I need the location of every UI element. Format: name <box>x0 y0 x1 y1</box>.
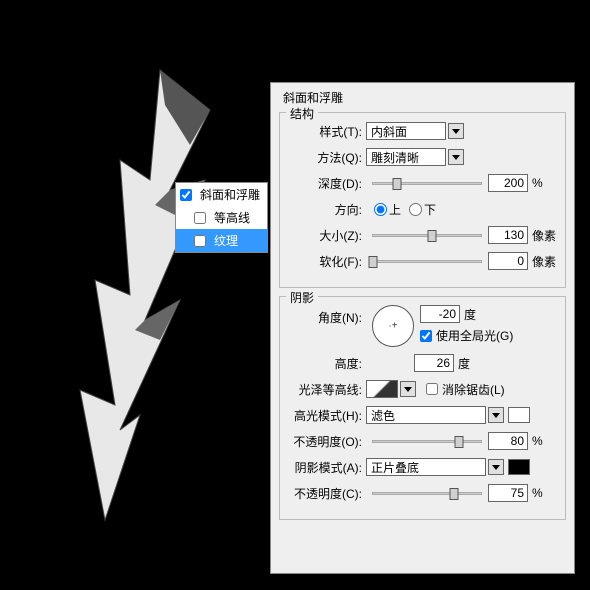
sidebar-item-contour[interactable]: 等高线 <box>176 206 267 229</box>
layer-effect-preview <box>50 50 250 530</box>
style-dropdown-button[interactable] <box>448 123 464 139</box>
style-label: 样式(T): <box>288 123 366 140</box>
depth-input[interactable]: 200 <box>488 174 528 192</box>
altitude-label: 高度: <box>288 355 366 372</box>
highlight-mode-dropdown[interactable] <box>488 407 504 423</box>
antialias-label: 消除锯齿(L) <box>442 381 505 398</box>
size-slider[interactable] <box>372 234 482 237</box>
global-light-label: 使用全局光(G) <box>436 327 513 344</box>
soften-unit: 像素 <box>532 253 556 270</box>
shadow-opacity-unit: % <box>532 486 543 500</box>
angle-unit: 度 <box>464 306 476 323</box>
shadow-mode-dropdown[interactable] <box>488 459 504 475</box>
highlight-opacity-label: 不透明度(O): <box>288 433 366 450</box>
altitude-input[interactable]: 26 <box>414 354 454 372</box>
shadow-opacity-label: 不透明度(C): <box>288 485 366 502</box>
antialias-checkbox[interactable] <box>426 383 438 395</box>
soften-label: 软化(F): <box>288 253 366 270</box>
shadow-color-swatch[interactable] <box>508 459 530 475</box>
angle-label: 角度(N): <box>288 305 366 326</box>
depth-label: 深度(D): <box>288 175 366 192</box>
highlight-opacity-unit: % <box>532 434 543 448</box>
altitude-unit: 度 <box>458 355 470 372</box>
depth-slider[interactable] <box>372 182 482 185</box>
shading-legend: 阴影 <box>286 289 318 306</box>
angle-input[interactable]: -20 <box>420 305 460 323</box>
panel-title: 斜面和浮雕 <box>279 87 566 112</box>
gloss-contour-dropdown[interactable] <box>400 381 416 397</box>
method-select[interactable]: 雕刻清晰 <box>366 148 446 166</box>
gloss-contour-swatch[interactable] <box>366 380 398 398</box>
structure-legend: 结构 <box>286 105 318 122</box>
direction-label: 方向: <box>288 201 366 218</box>
method-dropdown-button[interactable] <box>448 149 464 165</box>
size-label: 大小(Z): <box>288 227 366 244</box>
contour-checkbox[interactable] <box>194 212 206 224</box>
shadow-opacity-input[interactable]: 75 <box>488 484 528 502</box>
highlight-mode-select[interactable]: 滤色 <box>366 406 486 424</box>
shading-group: 阴影 角度(N): ·+ -20 度 使用全局光(G) 高度: 26 度 光 <box>279 296 566 520</box>
effects-sidebar: 斜面和浮雕 等高线 纹理 <box>175 182 268 253</box>
direction-down-radio[interactable] <box>409 203 422 216</box>
sidebar-item-label: 等高线 <box>214 209 250 226</box>
shadow-opacity-slider[interactable] <box>372 492 482 495</box>
bevel-emboss-panel: 斜面和浮雕 结构 样式(T): 内斜面 方法(Q): 雕刻清晰 深度(D): 2… <box>270 82 575 574</box>
shadow-mode-label: 阴影模式(A): <box>288 459 366 476</box>
highlight-mode-label: 高光模式(H): <box>288 407 366 424</box>
sidebar-item-label: 纹理 <box>214 232 238 249</box>
bevel-checkbox[interactable] <box>180 189 192 201</box>
style-select[interactable]: 内斜面 <box>366 122 446 140</box>
soften-input[interactable]: 0 <box>488 252 528 270</box>
method-label: 方法(Q): <box>288 149 366 166</box>
shadow-mode-select[interactable]: 正片叠底 <box>366 458 486 476</box>
depth-unit: % <box>532 176 543 190</box>
structure-group: 结构 样式(T): 内斜面 方法(Q): 雕刻清晰 深度(D): 200 % 方… <box>279 112 566 288</box>
sidebar-item-label: 斜面和浮雕 <box>200 186 260 203</box>
sidebar-item-bevel[interactable]: 斜面和浮雕 <box>176 183 267 206</box>
canvas-preview <box>0 0 280 590</box>
gloss-contour-label: 光泽等高线: <box>288 381 366 398</box>
size-input[interactable]: 130 <box>488 226 528 244</box>
highlight-opacity-slider[interactable] <box>372 440 482 443</box>
global-light-checkbox[interactable] <box>420 330 432 342</box>
soften-slider[interactable] <box>372 260 482 263</box>
sidebar-item-texture[interactable]: 纹理 <box>176 229 267 252</box>
highlight-color-swatch[interactable] <box>508 407 530 423</box>
size-unit: 像素 <box>532 227 556 244</box>
highlight-opacity-input[interactable]: 80 <box>488 432 528 450</box>
direction-up-radio[interactable] <box>374 203 387 216</box>
texture-checkbox[interactable] <box>194 235 206 247</box>
angle-dial[interactable]: ·+ <box>372 305 414 347</box>
